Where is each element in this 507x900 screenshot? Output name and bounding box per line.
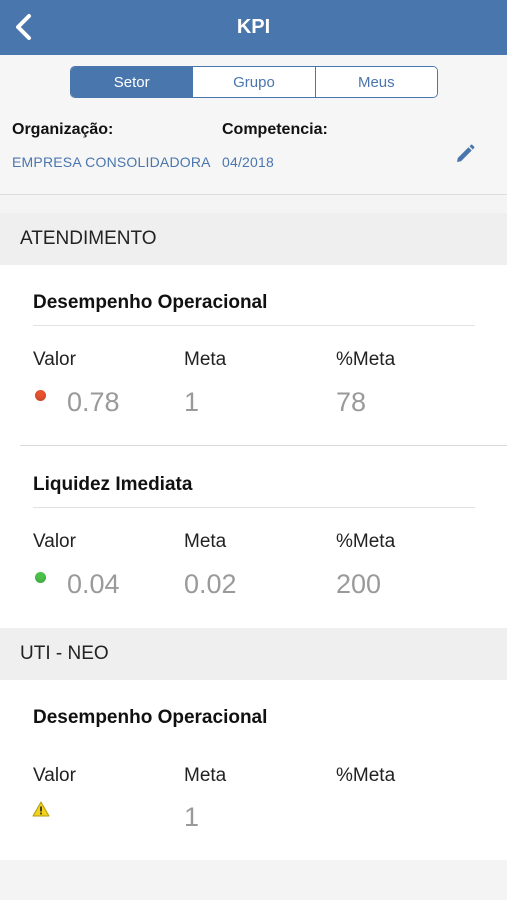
chevron-left-icon bbox=[16, 14, 31, 40]
status-red-icon bbox=[35, 390, 46, 401]
filter-header: Setor Grupo Meus Organização: EMPRESA CO… bbox=[0, 55, 507, 195]
pct-meta-label: %Meta bbox=[336, 349, 396, 370]
tab-grupo[interactable]: Grupo bbox=[192, 67, 315, 97]
kpi-title[interactable]: Desempenho Operacional bbox=[33, 707, 267, 729]
meta-value: 0.02 bbox=[184, 569, 237, 599]
competencia-label: Competencia: bbox=[222, 121, 328, 138]
top-app-bar: KPI bbox=[0, 0, 507, 55]
pct-meta-value: 200 bbox=[336, 569, 382, 599]
competencia-value: 04/2018 bbox=[222, 154, 275, 170]
kpi-divider bbox=[20, 445, 507, 446]
meta-value: 1 bbox=[184, 387, 200, 417]
pencil-icon bbox=[457, 144, 475, 162]
valor-label: Valor bbox=[33, 765, 76, 786]
kpi-title-underline bbox=[33, 507, 475, 508]
organizacao-label: Organização: bbox=[12, 121, 114, 138]
edit-filters-button[interactable] bbox=[452, 141, 478, 167]
kpi-title-underline bbox=[33, 325, 475, 326]
pct-meta-value: 78 bbox=[336, 387, 367, 417]
valor-value: 0.78 bbox=[67, 387, 120, 417]
warning-icon bbox=[32, 801, 50, 817]
meta-value: 1 bbox=[184, 802, 200, 832]
kpi-title[interactable]: Desempenho Operacional bbox=[33, 292, 267, 314]
meta-label: Meta bbox=[184, 531, 227, 552]
meta-label: Meta bbox=[184, 765, 227, 786]
segmented-control: Setor Grupo Meus bbox=[70, 66, 438, 98]
back-button[interactable] bbox=[8, 11, 40, 43]
organizacao-value: EMPRESA CONSOLIDADORA bbox=[12, 154, 211, 170]
page-title: KPI bbox=[236, 16, 271, 38]
pct-meta-label: %Meta bbox=[336, 531, 396, 552]
meta-label: Meta bbox=[184, 349, 227, 370]
valor-label: Valor bbox=[33, 531, 76, 552]
kpi-title[interactable]: Liquidez Imediata bbox=[33, 474, 192, 496]
pct-meta-label: %Meta bbox=[336, 765, 396, 786]
section-header-atendimento: ATENDIMENTO bbox=[0, 213, 507, 265]
status-green-icon bbox=[35, 572, 46, 583]
tab-setor[interactable]: Setor bbox=[71, 67, 193, 97]
valor-value: 0.04 bbox=[67, 569, 120, 599]
kpi-card-group-atendimento: Desempenho Operacional Valor Meta %Meta … bbox=[0, 265, 507, 628]
section-header-uti-neo: UTI - NEO bbox=[0, 628, 507, 680]
kpi-card-group-uti-neo: Desempenho Operacional Valor Meta %Meta … bbox=[0, 680, 507, 860]
tab-meus[interactable]: Meus bbox=[314, 67, 437, 97]
valor-label: Valor bbox=[33, 349, 76, 370]
